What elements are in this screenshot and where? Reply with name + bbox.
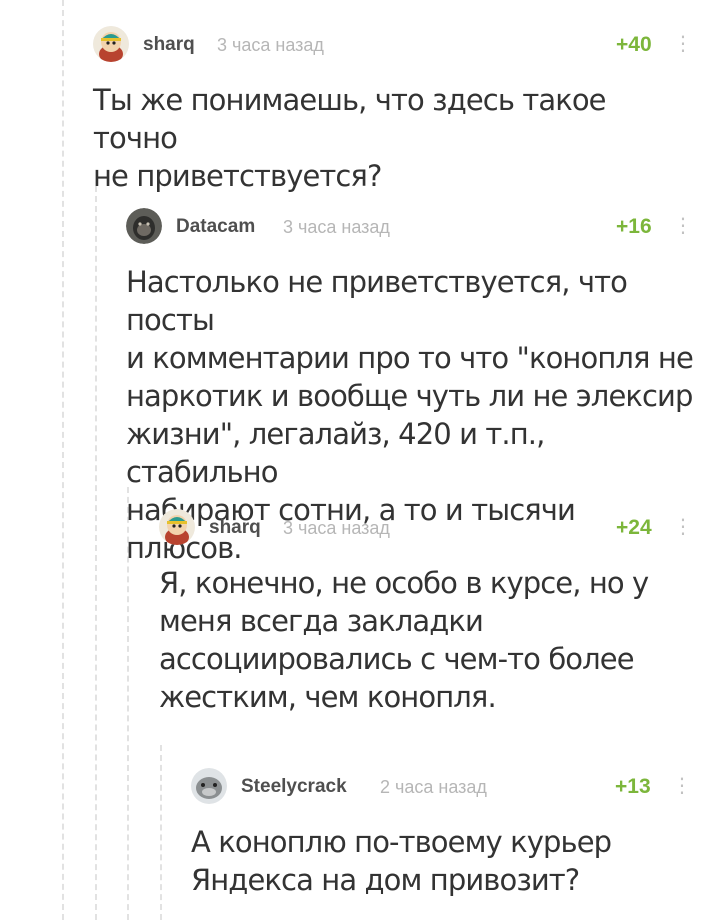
more-options-icon[interactable]: ⋮ — [673, 214, 693, 238]
comment-text: Ты же понимаешь, что здесь такое точно н… — [93, 83, 607, 193]
rating-counter: +16 — [616, 215, 652, 238]
thread-line — [62, 0, 64, 920]
cartman-avatar[interactable] — [93, 26, 129, 62]
comment: Steelycrack 2 часа назад +13 ⋮ А коноплю… — [191, 768, 701, 899]
more-options-icon[interactable]: ⋮ — [672, 774, 692, 798]
seal-avatar[interactable] — [191, 768, 227, 804]
thread-line — [160, 745, 162, 920]
username[interactable]: sharq — [143, 34, 195, 56]
comment-text: А коноплю по-твоему курьер Яндекса на до… — [191, 825, 612, 897]
comment-header: Steelycrack 2 часа назад +13 ⋮ — [191, 768, 701, 804]
rating-counter: +40 — [616, 33, 652, 56]
rating-counter: +13 — [615, 775, 651, 798]
username[interactable]: sharq — [209, 517, 261, 539]
more-options-icon[interactable]: ⋮ — [673, 515, 693, 539]
comment: sharq 3 часа назад +40 ⋮ Ты же понимаешь… — [93, 26, 693, 195]
thread-line — [95, 186, 97, 920]
timestamp: 3 часа назад — [283, 217, 390, 237]
timestamp: 3 часа назад — [217, 35, 324, 55]
username[interactable]: Steelycrack — [241, 776, 347, 798]
more-options-icon[interactable]: ⋮ — [673, 32, 693, 56]
username[interactable]: Datacam — [176, 216, 255, 238]
gorilla-avatar[interactable] — [126, 208, 162, 244]
cartman-avatar[interactable] — [159, 509, 195, 545]
comment: sharq 3 часа назад +24 ⋮ Я, конечно, не … — [159, 509, 699, 716]
comment-header: sharq 3 часа назад +24 ⋮ — [159, 509, 699, 545]
comment-text: Я, конечно, не особо в курсе, но у меня … — [159, 566, 649, 714]
rating-counter: +24 — [616, 516, 652, 539]
timestamp: 2 часа назад — [380, 777, 487, 797]
timestamp: 3 часа назад — [283, 518, 390, 538]
comment-header: Datacam 3 часа назад +16 ⋮ — [126, 208, 696, 244]
comment-header: sharq 3 часа назад +40 ⋮ — [93, 26, 693, 62]
